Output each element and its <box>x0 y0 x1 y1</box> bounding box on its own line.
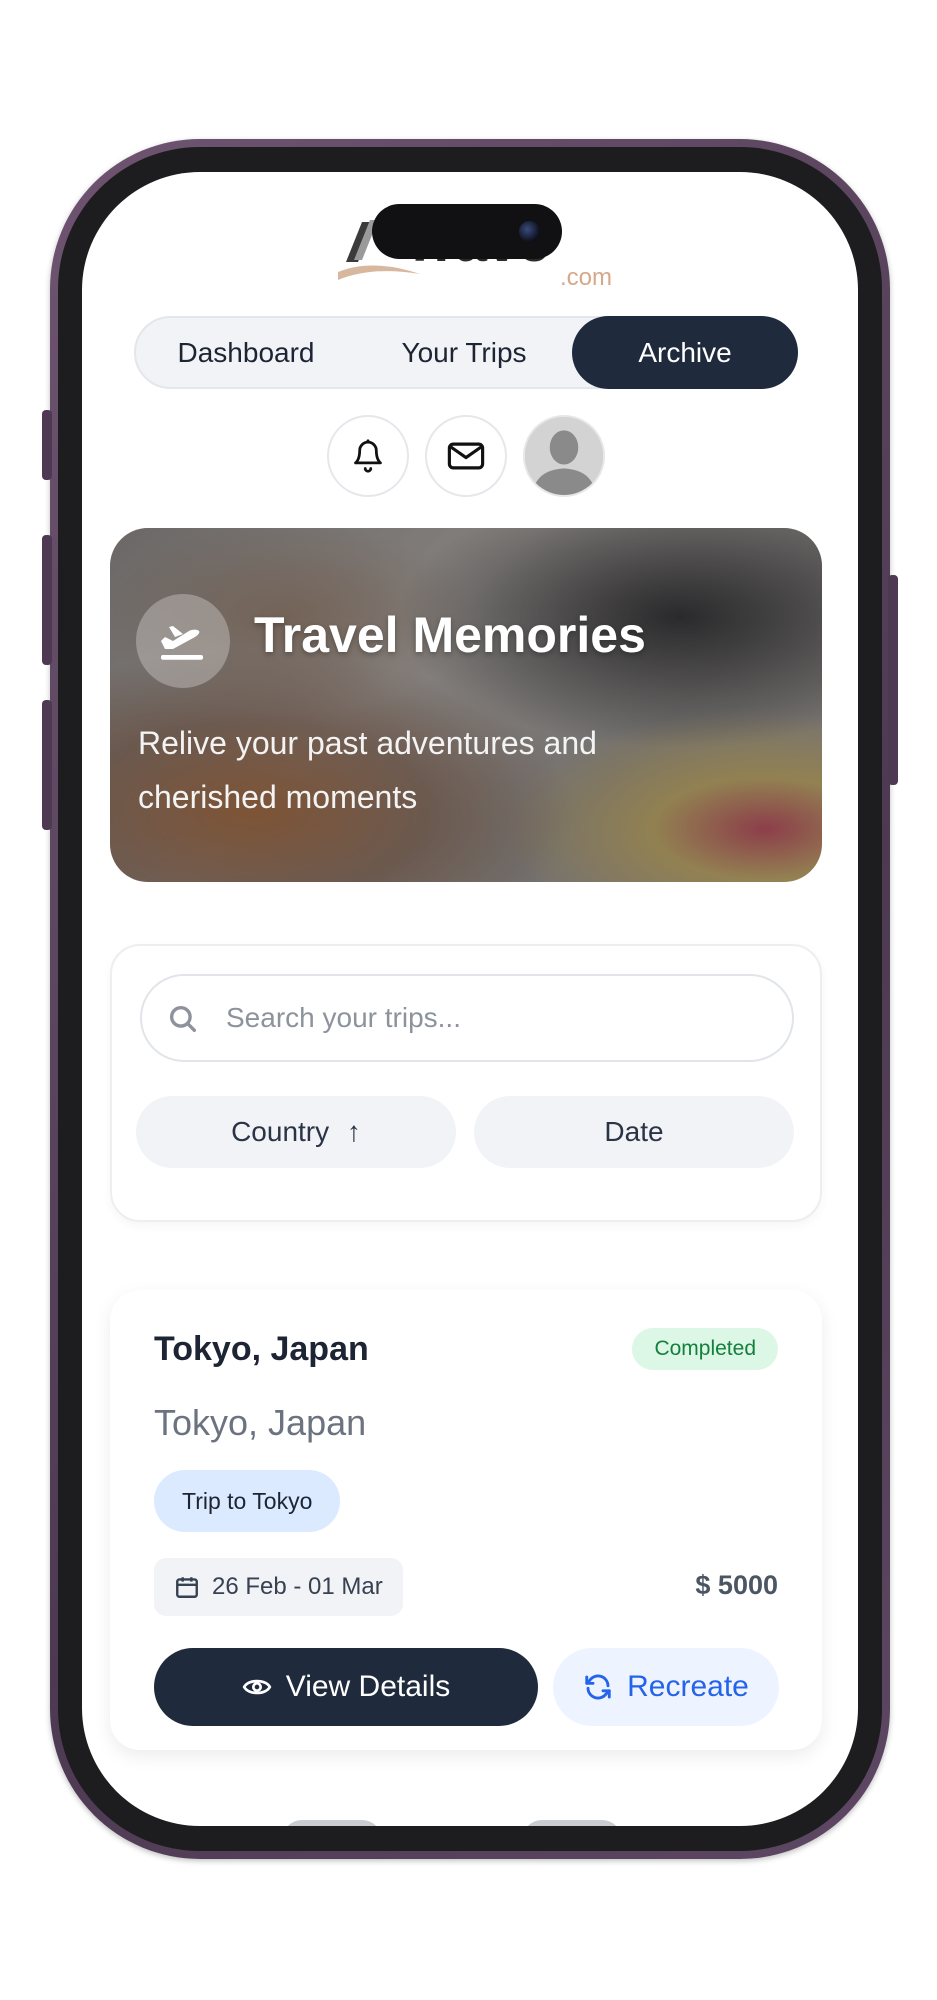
phone-screen: Trave .com Dashboard Your Trips Archive <box>82 172 858 1826</box>
trip-location: Tokyo, Japan <box>154 1402 367 1443</box>
phone-volume-down-button <box>42 700 52 830</box>
recreate-button[interactable]: Recreate <box>553 1648 779 1726</box>
plane-departure-icon <box>161 626 203 660</box>
messages-button[interactable] <box>425 415 507 497</box>
search-icon <box>169 1005 197 1033</box>
filter-card: Country ↑ Date <box>110 944 822 1222</box>
trip-tag: Trip to Tokyo <box>154 1470 341 1532</box>
notifications-button[interactable] <box>327 415 409 497</box>
nav-tab-archive[interactable]: Archive <box>572 316 798 389</box>
trip-card: Tokyo, Japan Completed Tokyo, Japan Trip… <box>110 1290 822 1750</box>
nav-tab-dashboard[interactable]: Dashboard <box>136 318 356 387</box>
dynamic-island <box>372 204 562 259</box>
trip-price: $ 5000 <box>695 1570 778 1600</box>
hero-subtitle: Relive your past adventures and cherishe… <box>138 725 597 815</box>
logo-suffix: .com <box>560 264 613 291</box>
view-details-button[interactable]: View Details <box>154 1648 538 1726</box>
next-card-peek <box>522 1820 622 1826</box>
sort-country-button[interactable]: Country ↑ <box>136 1096 456 1168</box>
travel-memories-banner: Travel Memories Relive your past adventu… <box>110 528 822 882</box>
trip-date-range: 26 Feb - 01 Mar <box>154 1558 403 1616</box>
mail-icon <box>447 442 485 470</box>
profile-avatar-button[interactable] <box>523 415 605 497</box>
calendar-icon <box>176 1577 198 1598</box>
stage: Trave .com Dashboard Your Trips Archive <box>0 0 937 2000</box>
sort-date-button[interactable]: Date <box>474 1096 794 1168</box>
search-box[interactable] <box>140 974 794 1062</box>
sort-country-label: Country <box>231 1116 330 1147</box>
status-badge: Completed <box>632 1328 778 1370</box>
search-input[interactable] <box>226 976 766 1060</box>
recreate-label: Recreate <box>627 1670 749 1703</box>
next-card-peek <box>282 1820 382 1826</box>
hero-icon-circle <box>136 594 230 688</box>
trip-title: Tokyo, Japan <box>154 1330 369 1368</box>
trip-dates: 26 Feb - 01 Mar <box>212 1573 383 1600</box>
nav-tab-your-trips[interactable]: Your Trips <box>358 318 570 387</box>
sort-ascending-arrow-icon: ↑ <box>346 1116 361 1147</box>
camera-icon <box>519 221 540 242</box>
view-details-label: View Details <box>285 1670 451 1703</box>
phone-action-button <box>42 410 52 480</box>
avatar <box>525 417 603 495</box>
hero-overlay <box>110 528 822 882</box>
main-nav: Dashboard Your Trips Archive <box>134 316 798 389</box>
refresh-icon <box>585 1674 611 1700</box>
phone-volume-up-button <box>42 535 52 665</box>
eye-icon <box>242 1679 272 1695</box>
hero-title: Travel Memories <box>254 607 646 663</box>
bell-icon <box>354 439 382 473</box>
phone-power-button <box>888 575 898 785</box>
